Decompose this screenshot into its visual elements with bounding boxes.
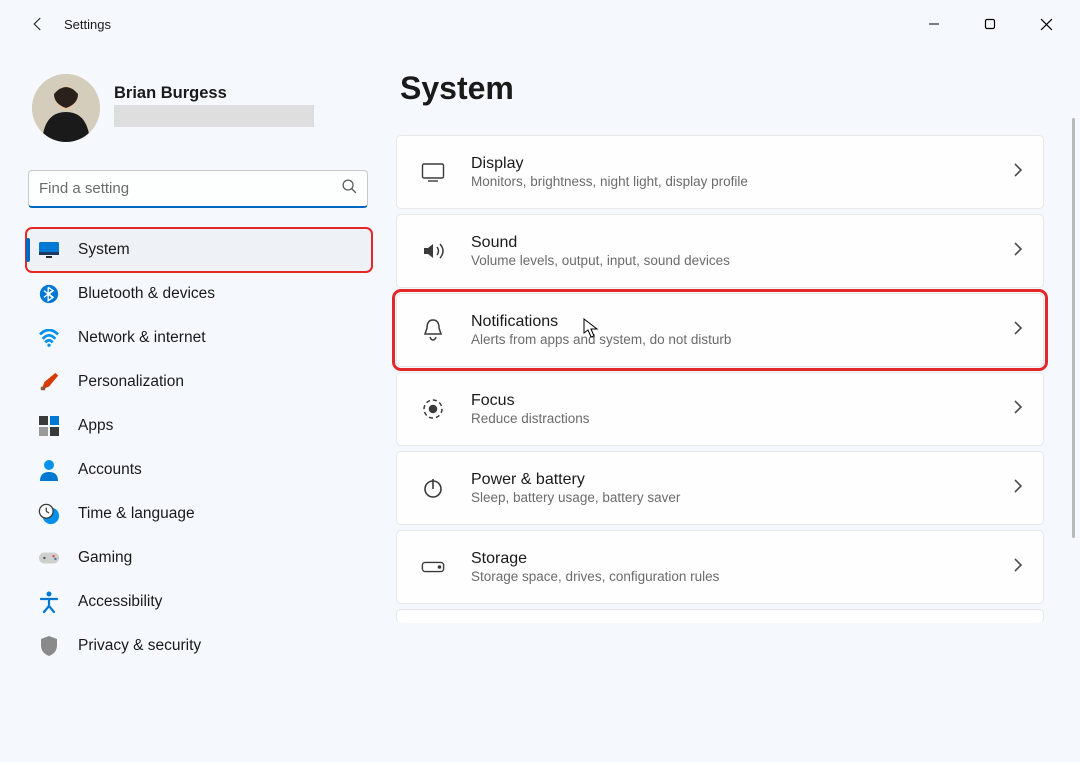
card-storage[interactable]: Storage Storage space, drives, configura… <box>396 530 1044 604</box>
card-text: Storage Storage space, drives, configura… <box>471 550 719 584</box>
sidebar-item-accounts[interactable]: Accounts <box>26 448 372 492</box>
titlebar-left: Settings <box>6 12 111 36</box>
shield-icon <box>38 635 60 657</box>
card-focus[interactable]: Focus Reduce distractions <box>396 372 1044 446</box>
chevron-right-icon <box>1013 241 1023 262</box>
sidebar-item-label: Bluetooth & devices <box>78 285 215 303</box>
power-icon <box>421 476 445 500</box>
accessibility-icon <box>38 591 60 613</box>
focus-icon <box>421 397 445 421</box>
profile-email-redacted <box>114 105 314 127</box>
search-input[interactable] <box>28 170 368 208</box>
sidebar-item-label: Accounts <box>78 461 142 479</box>
sidebar-item-privacy[interactable]: Privacy & security <box>26 624 372 668</box>
sidebar-item-system[interactable]: System <box>26 228 372 272</box>
settings-window: Settings <box>0 0 1080 762</box>
sidebar-item-label: Apps <box>78 417 113 435</box>
search-wrap <box>28 170 368 208</box>
chevron-right-icon <box>1013 162 1023 183</box>
card-display[interactable]: Display Monitors, brightness, night ligh… <box>396 135 1044 209</box>
sidebar-item-label: Network & internet <box>78 329 206 347</box>
settings-cards: Display Monitors, brightness, night ligh… <box>396 135 1044 629</box>
card-subtitle: Alerts from apps and system, do not dist… <box>471 332 731 347</box>
gamepad-icon <box>38 547 60 569</box>
wifi-icon <box>38 327 60 349</box>
profile-text: Brian Burgess <box>114 74 314 127</box>
card-subtitle: Volume levels, output, input, sound devi… <box>471 253 730 268</box>
card-subtitle: Sleep, battery usage, battery saver <box>471 490 680 505</box>
person-icon <box>38 459 60 481</box>
card-text: Notifications Alerts from apps and syste… <box>471 313 731 347</box>
body: Brian Burgess System <box>0 48 1080 762</box>
card-title: Storage <box>471 550 719 568</box>
window-controls <box>906 2 1074 46</box>
profile-name: Brian Burgess <box>114 84 314 103</box>
card-notifications[interactable]: Notifications Alerts from apps and syste… <box>396 293 1044 367</box>
search-icon <box>341 178 358 200</box>
sidebar-item-label: Time & language <box>78 505 195 523</box>
sidebar-item-label: Accessibility <box>78 593 162 611</box>
sidebar-item-accessibility[interactable]: Accessibility <box>26 580 372 624</box>
window-title: Settings <box>64 17 111 32</box>
profile-block[interactable]: Brian Burgess <box>26 66 390 162</box>
card-text: Sound Volume levels, output, input, soun… <box>471 234 730 268</box>
chevron-right-icon <box>1013 557 1023 578</box>
card-subtitle: Reduce distractions <box>471 411 590 426</box>
sidebar-item-bluetooth[interactable]: Bluetooth & devices <box>26 272 372 316</box>
sidebar-item-gaming[interactable]: Gaming <box>26 536 372 580</box>
sidebar-item-label: Privacy & security <box>78 637 201 655</box>
card-title: Focus <box>471 392 590 410</box>
chevron-right-icon <box>1013 478 1023 499</box>
sidebar-nav: System Bluetooth & devices Network & int… <box>26 228 390 668</box>
page-title: System <box>396 70 1044 107</box>
titlebar: Settings <box>0 0 1080 48</box>
bell-icon <box>421 318 445 342</box>
chevron-right-icon <box>1013 399 1023 420</box>
apps-icon <box>38 415 60 437</box>
scrollbar[interactable] <box>1070 118 1076 756</box>
brush-icon <box>38 371 60 393</box>
storage-icon <box>421 555 445 579</box>
sidebar-item-label: System <box>78 241 130 259</box>
card-text: Focus Reduce distractions <box>471 392 590 426</box>
globe-clock-icon <box>38 503 60 525</box>
card-sound[interactable]: Sound Volume levels, output, input, soun… <box>396 214 1044 288</box>
sidebar-item-time-language[interactable]: Time & language <box>26 492 372 536</box>
maximize-button[interactable] <box>962 2 1018 46</box>
card-next-partial[interactable] <box>396 609 1044 623</box>
card-title: Notifications <box>471 313 731 331</box>
sidebar-item-label: Personalization <box>78 373 184 391</box>
sidebar: Brian Burgess System <box>0 48 390 762</box>
close-button[interactable] <box>1018 2 1074 46</box>
minimize-button[interactable] <box>906 2 962 46</box>
monitor-icon <box>38 239 60 261</box>
back-button[interactable] <box>26 12 50 36</box>
sidebar-item-network[interactable]: Network & internet <box>26 316 372 360</box>
card-title: Power & battery <box>471 471 680 489</box>
card-title: Sound <box>471 234 730 252</box>
card-text: Display Monitors, brightness, night ligh… <box>471 155 748 189</box>
content: System Display Monitors, brightness, nig… <box>390 48 1080 762</box>
sidebar-item-apps[interactable]: Apps <box>26 404 372 448</box>
avatar <box>32 74 100 142</box>
card-subtitle: Monitors, brightness, night light, displ… <box>471 174 748 189</box>
sidebar-item-label: Gaming <box>78 549 132 567</box>
card-power[interactable]: Power & battery Sleep, battery usage, ba… <box>396 451 1044 525</box>
card-title: Display <box>471 155 748 173</box>
sidebar-item-personalization[interactable]: Personalization <box>26 360 372 404</box>
display-icon <box>421 160 445 184</box>
card-subtitle: Storage space, drives, configuration rul… <box>471 569 719 584</box>
card-text: Power & battery Sleep, battery usage, ba… <box>471 471 680 505</box>
chevron-right-icon <box>1013 320 1023 341</box>
sound-icon <box>421 239 445 263</box>
bluetooth-icon <box>38 283 60 305</box>
scrollbar-thumb[interactable] <box>1072 118 1075 538</box>
